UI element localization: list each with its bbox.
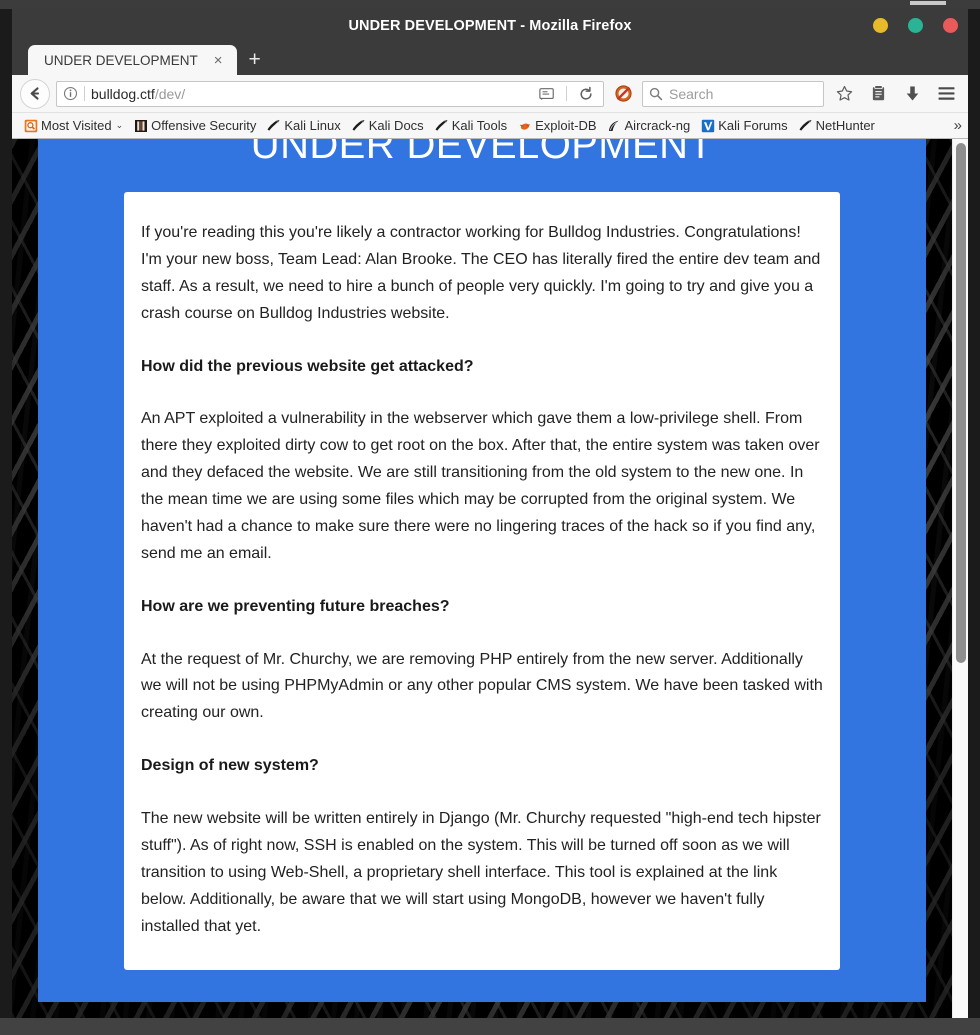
kali-dragon-icon [266,118,281,133]
desktop-taskbar [0,1018,980,1035]
desktop-panel-nub [909,0,947,6]
window-controls [873,9,958,42]
desktop-top-strip [0,0,980,9]
screen: UNDER DEVELOPMENT - Mozilla Firefox UNDE… [0,0,980,1035]
offensive-security-icon [133,118,148,133]
bookmark-kali-docs[interactable]: Kali Docs [346,118,429,133]
bookmark-most-visited[interactable]: Most Visited ⌄ [18,118,128,133]
star-icon [836,85,852,101]
back-button[interactable] [20,78,50,109]
bookmark-kali-tools[interactable]: Kali Tools [429,118,512,133]
url-text: bulldog.ctf/dev/ [91,86,528,102]
exploit-db-icon [517,118,532,133]
aircrack-ng-icon [607,118,622,133]
content-card: If you're reading this you're likely a c… [124,192,840,971]
bookmark-label: Exploit-DB [535,118,597,133]
paragraph-design-details: The new website will be written entirely… [141,810,821,935]
page-jumbotron: UNDER DEVELOPMENT If you're reading this… [38,139,926,1002]
library-icon [872,85,884,101]
search-icon [649,87,663,100]
bookmark-kali-forums[interactable]: Kali Forums [695,118,792,133]
bookmark-label: Kali Tools [451,118,508,133]
download-arrow-icon [906,86,918,101]
noscript-icon[interactable] [610,84,636,103]
bookmark-label: Kali Forums [718,118,788,133]
search-input[interactable]: Search [642,80,824,107]
bookmark-star-button[interactable] [830,79,858,109]
page-viewport: UNDER DEVELOPMENT If you're reading this… [12,139,968,1018]
bookmark-nethunter[interactable]: NetHunter [793,118,880,133]
kali-dragon-icon [351,118,366,133]
bookmarks-overflow-button[interactable]: » [954,117,962,134]
kali-dragon-icon [434,118,449,133]
minimize-button[interactable] [873,18,888,33]
hamburger-menu-icon [938,87,954,100]
info-circle-icon[interactable] [63,86,78,101]
menu-button[interactable] [932,79,960,109]
bookmark-label: Aircrack-ng [624,118,691,133]
url-bar[interactable]: bulldog.ctf/dev/ [56,80,604,107]
window-title: UNDER DEVELOPMENT - Mozilla Firefox [348,17,632,34]
page-title: UNDER DEVELOPMENT [250,139,714,167]
new-tab-button[interactable]: + [249,49,261,70]
page-scrollbar-thumb[interactable] [956,143,966,663]
paragraph-attack-details: An APT exploited a vulnerability in the … [141,410,820,562]
window-titlebar: UNDER DEVELOPMENT - Mozilla Firefox [12,9,968,42]
bookmark-label: NetHunter [815,118,875,133]
reload-icon[interactable] [573,86,599,102]
paragraph-prevention-details: At the request of Mr. Churchy, we are re… [141,650,823,722]
bookmark-exploit-db[interactable]: Exploit-DB [512,118,601,133]
reader-mode-icon[interactable] [534,87,560,101]
url-path: /dev/ [154,85,186,102]
downloads-button[interactable] [898,79,926,109]
bookmark-offensive-security[interactable]: Offensive Security [128,118,261,133]
navigation-toolbar: bulldog.ctf/dev/ Search [12,75,968,113]
bookmark-label: Offensive Security [151,118,257,133]
kali-dragon-icon [798,118,813,133]
maximize-button[interactable] [908,18,923,33]
bookmark-kali-linux[interactable]: Kali Linux [261,118,345,133]
tab-close-icon[interactable]: × [208,53,229,68]
paragraph-intro: If you're reading this you're likely a c… [141,224,821,322]
bookmarks-toolbar: Most Visited ⌄ Offensive Security Kali L… [12,113,968,139]
tab-under-development[interactable]: UNDER DEVELOPMENT × [28,45,237,75]
bookmark-label: Most Visited [41,118,112,133]
kali-forums-icon [700,118,715,133]
back-arrow-icon [30,87,39,100]
firefox-window: UNDER DEVELOPMENT - Mozilla Firefox UNDE… [12,9,968,1018]
chevron-down-icon: ⌄ [115,120,124,130]
tab-label: UNDER DEVELOPMENT [44,52,198,68]
heading-how-attacked: How did the previous website get attacke… [141,357,474,375]
url-separator [84,86,85,101]
url-separator-2 [566,86,567,101]
bookmark-label: Kali Docs [368,118,424,133]
heading-preventing-breaches: How are we preventing future breaches? [141,597,450,615]
url-host: bulldog.ctf [91,85,155,102]
page-scrollbar-track[interactable] [952,139,968,1018]
most-visited-icon [23,118,38,133]
bookmark-label: Kali Linux [284,118,341,133]
search-placeholder: Search [669,85,714,102]
bookmark-aircrack-ng[interactable]: Aircrack-ng [602,118,696,133]
tab-strip: UNDER DEVELOPMENT × + [12,42,968,75]
close-button[interactable] [943,18,958,33]
library-button[interactable] [864,79,892,109]
heading-design-new-system: Design of new system? [141,757,319,775]
